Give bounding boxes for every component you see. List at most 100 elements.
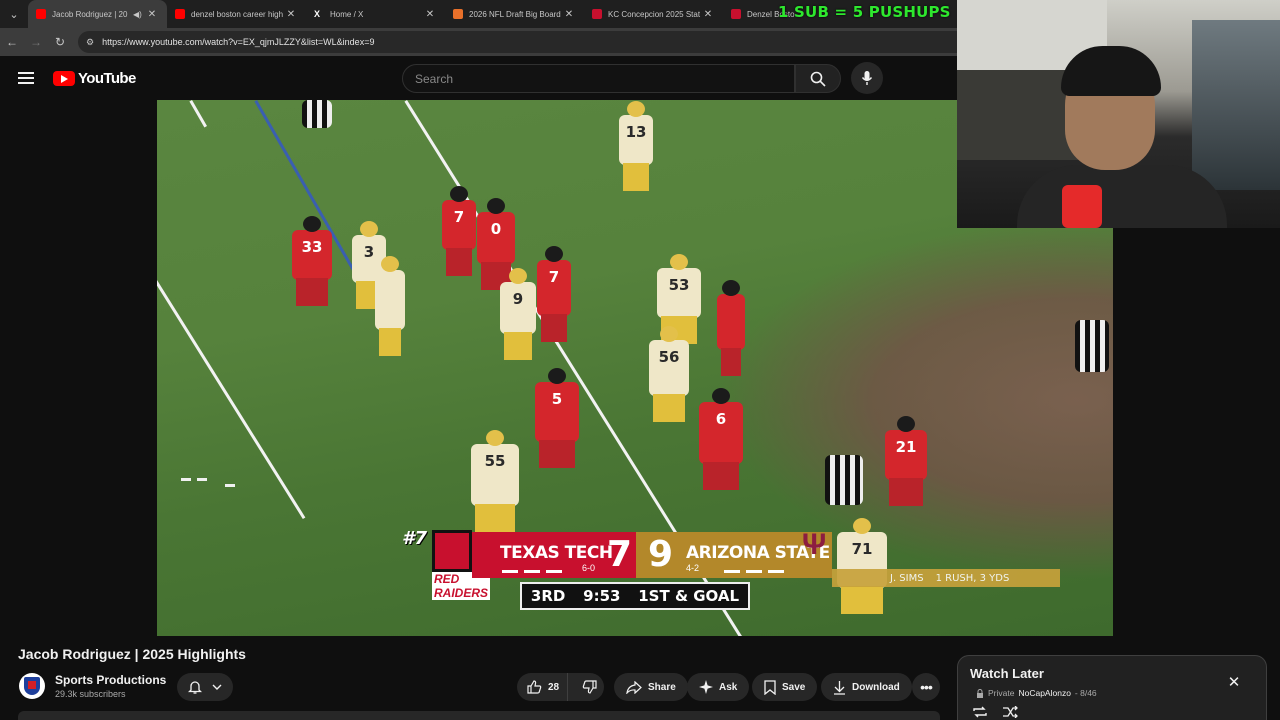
stat-line: 1 RUSH, 3 YDS [935, 572, 1010, 584]
playlist-panel: Watch Later Private NoCapAlonzo - 8/46 ✕ [957, 655, 1267, 720]
x-favicon-icon: X [314, 9, 321, 19]
player: 7 [537, 246, 571, 342]
player: 9 [500, 268, 536, 360]
player: 21 [885, 416, 927, 506]
youtube-wordmark: YouTube [78, 70, 136, 87]
playlist-controls [972, 706, 1018, 718]
subscribed-notification-button[interactable] [177, 673, 233, 701]
share-button[interactable]: Share [614, 673, 688, 701]
tab-close-icon[interactable]: ✕ [701, 9, 715, 20]
player: 0 [477, 198, 515, 290]
texas-tech-logo: #7 RED RAIDERS [402, 528, 491, 600]
browser-tab-3[interactable]: X Home / X ✕ [306, 0, 445, 28]
video-title: Jacob Rodriguez | 2025 Highlights [18, 646, 246, 662]
like-count: 28 [548, 681, 560, 693]
down-and-distance: 1ST & GOAL [638, 587, 740, 605]
player: 6 [699, 388, 743, 490]
ask-button[interactable]: Ask [687, 673, 750, 701]
browser-tab-1[interactable]: Jacob Rodriguez | 20 ◀) ✕ [28, 0, 167, 28]
forward-arrow-icon[interactable]: → [24, 28, 48, 56]
download-button[interactable]: Download [821, 673, 912, 701]
close-icon[interactable]: ✕ [1226, 674, 1242, 691]
microphone-icon [861, 71, 873, 85]
url-text: https://www.youtube.com/watch?v=EX_qjmJL… [102, 37, 375, 47]
dislike-button[interactable] [574, 680, 605, 694]
playlist-title[interactable]: Watch Later [970, 666, 1044, 681]
chevron-down-icon [212, 684, 222, 690]
tab-title: Jacob Rodriguez | 20 [52, 9, 128, 19]
youtube-logo[interactable]: YouTube [53, 70, 136, 87]
shield-logo-icon [24, 677, 40, 695]
game-situation: 3RD 9:53 1ST & GOAL [520, 582, 750, 610]
player: 56 [649, 326, 689, 422]
referee [1075, 320, 1109, 372]
channel-name[interactable]: Sports Productions [55, 673, 166, 687]
player-stat-bar: J. SIMS 1 RUSH, 3 YDS [832, 569, 1060, 587]
tab-close-icon[interactable]: ✕ [145, 9, 159, 20]
save-button[interactable]: Save [752, 673, 818, 701]
description-box[interactable] [18, 711, 940, 720]
search-icon [810, 71, 826, 87]
tab-title: 2026 NFL Draft Big Board [469, 9, 561, 19]
download-icon [834, 680, 845, 695]
referee [302, 100, 332, 128]
hash-mark [181, 478, 191, 481]
ask-label: Ask [719, 681, 738, 693]
player: 55 [471, 430, 519, 532]
youtube-favicon-icon [36, 9, 46, 19]
tab-search-menu-icon[interactable]: ⌄ [0, 0, 28, 28]
stats-favicon-icon [731, 9, 741, 19]
sub-pushups-banner: 1 SUB = 5 PUSHUPS [778, 3, 951, 21]
scorebug: #7 RED RAIDERS TEXAS TECH 7 6-0 9 ARIZON… [402, 528, 1062, 612]
player: 13 [619, 101, 653, 191]
hash-mark [225, 484, 235, 487]
loop-icon[interactable] [972, 706, 988, 718]
stat-player-name: J. SIMS [890, 572, 924, 584]
youtube-header: YouTube Search [0, 56, 960, 100]
tab-close-icon[interactable]: ✕ [562, 9, 576, 20]
stats-favicon-icon [592, 9, 602, 19]
away-record: 4-2 [686, 563, 700, 573]
hash-mark [197, 478, 207, 481]
hamburger-menu-icon[interactable] [18, 72, 34, 84]
tab-close-icon[interactable]: ✕ [284, 9, 298, 20]
shuffle-icon[interactable] [1002, 706, 1018, 718]
like-button[interactable]: 28 [517, 673, 569, 701]
browser-tab-2[interactable]: denzel boston career high ✕ [167, 0, 306, 28]
home-team-panel: TEXAS TECH 7 6-0 [472, 532, 636, 578]
share-arrow-icon [626, 680, 642, 694]
player [717, 280, 745, 376]
back-arrow-icon[interactable]: ← [0, 28, 24, 56]
playlist-meta: Private NoCapAlonzo - 8/46 [976, 688, 1097, 698]
site-info-icon[interactable]: ⚙ [86, 37, 94, 48]
endzone-logo [717, 220, 1113, 580]
tab-close-icon[interactable]: ✕ [423, 9, 437, 20]
playlist-privacy: Private [988, 688, 1015, 698]
like-dislike-group: 28 [517, 673, 604, 701]
browser-tab-5[interactable]: KC Concepcion 2025 Stat ✕ [584, 0, 723, 28]
away-timeouts [724, 570, 788, 573]
search-input[interactable]: Search [402, 64, 795, 93]
player [375, 256, 405, 356]
browser-tab-4[interactable]: 2026 NFL Draft Big Board ✕ [445, 0, 584, 28]
game-clock: 9:53 [583, 587, 621, 605]
home-record: 6-0 [582, 563, 596, 573]
youtube-favicon-icon [175, 9, 185, 19]
playlist-owner[interactable]: NoCapAlonzo [1018, 688, 1070, 698]
voice-search-button[interactable] [851, 62, 883, 94]
home-team-name: TEXAS TECH [500, 543, 613, 563]
channel-avatar[interactable] [19, 673, 45, 699]
subscriber-count: 29.3k subscribers [55, 689, 126, 699]
save-label: Save [782, 681, 806, 693]
home-score: 7 [606, 534, 632, 575]
webcam-overlay [957, 0, 1280, 228]
bell-icon [188, 680, 202, 694]
search-button[interactable] [795, 64, 841, 93]
thumbs-down-icon [582, 680, 597, 694]
quarter: 3RD [530, 587, 566, 605]
team-rank: #7 [402, 528, 428, 549]
more-actions-button[interactable]: ••• [912, 673, 940, 701]
youtube-play-icon [53, 71, 75, 86]
reload-icon[interactable]: ↻ [48, 28, 72, 56]
speaker-icon[interactable]: ◀) [133, 10, 145, 19]
